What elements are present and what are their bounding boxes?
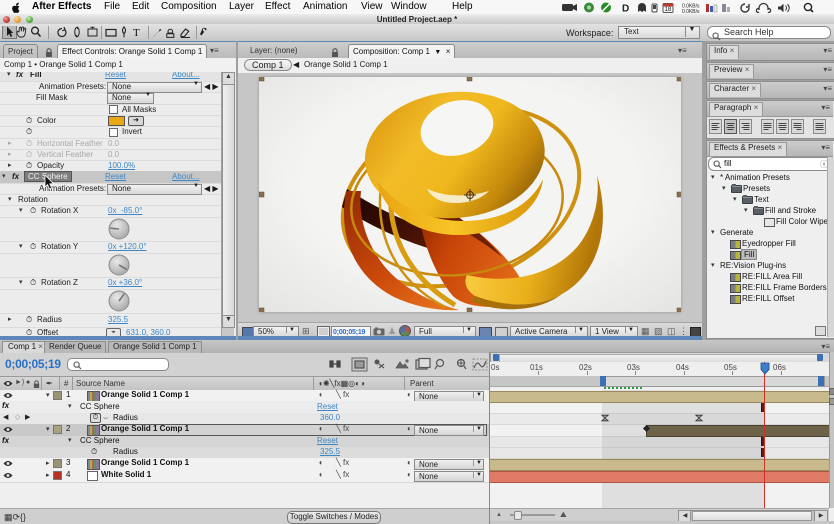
svg-text:T: T [133, 27, 140, 39]
svg-text:18: 18 [665, 7, 672, 13]
svg-text:D: D [622, 4, 629, 15]
